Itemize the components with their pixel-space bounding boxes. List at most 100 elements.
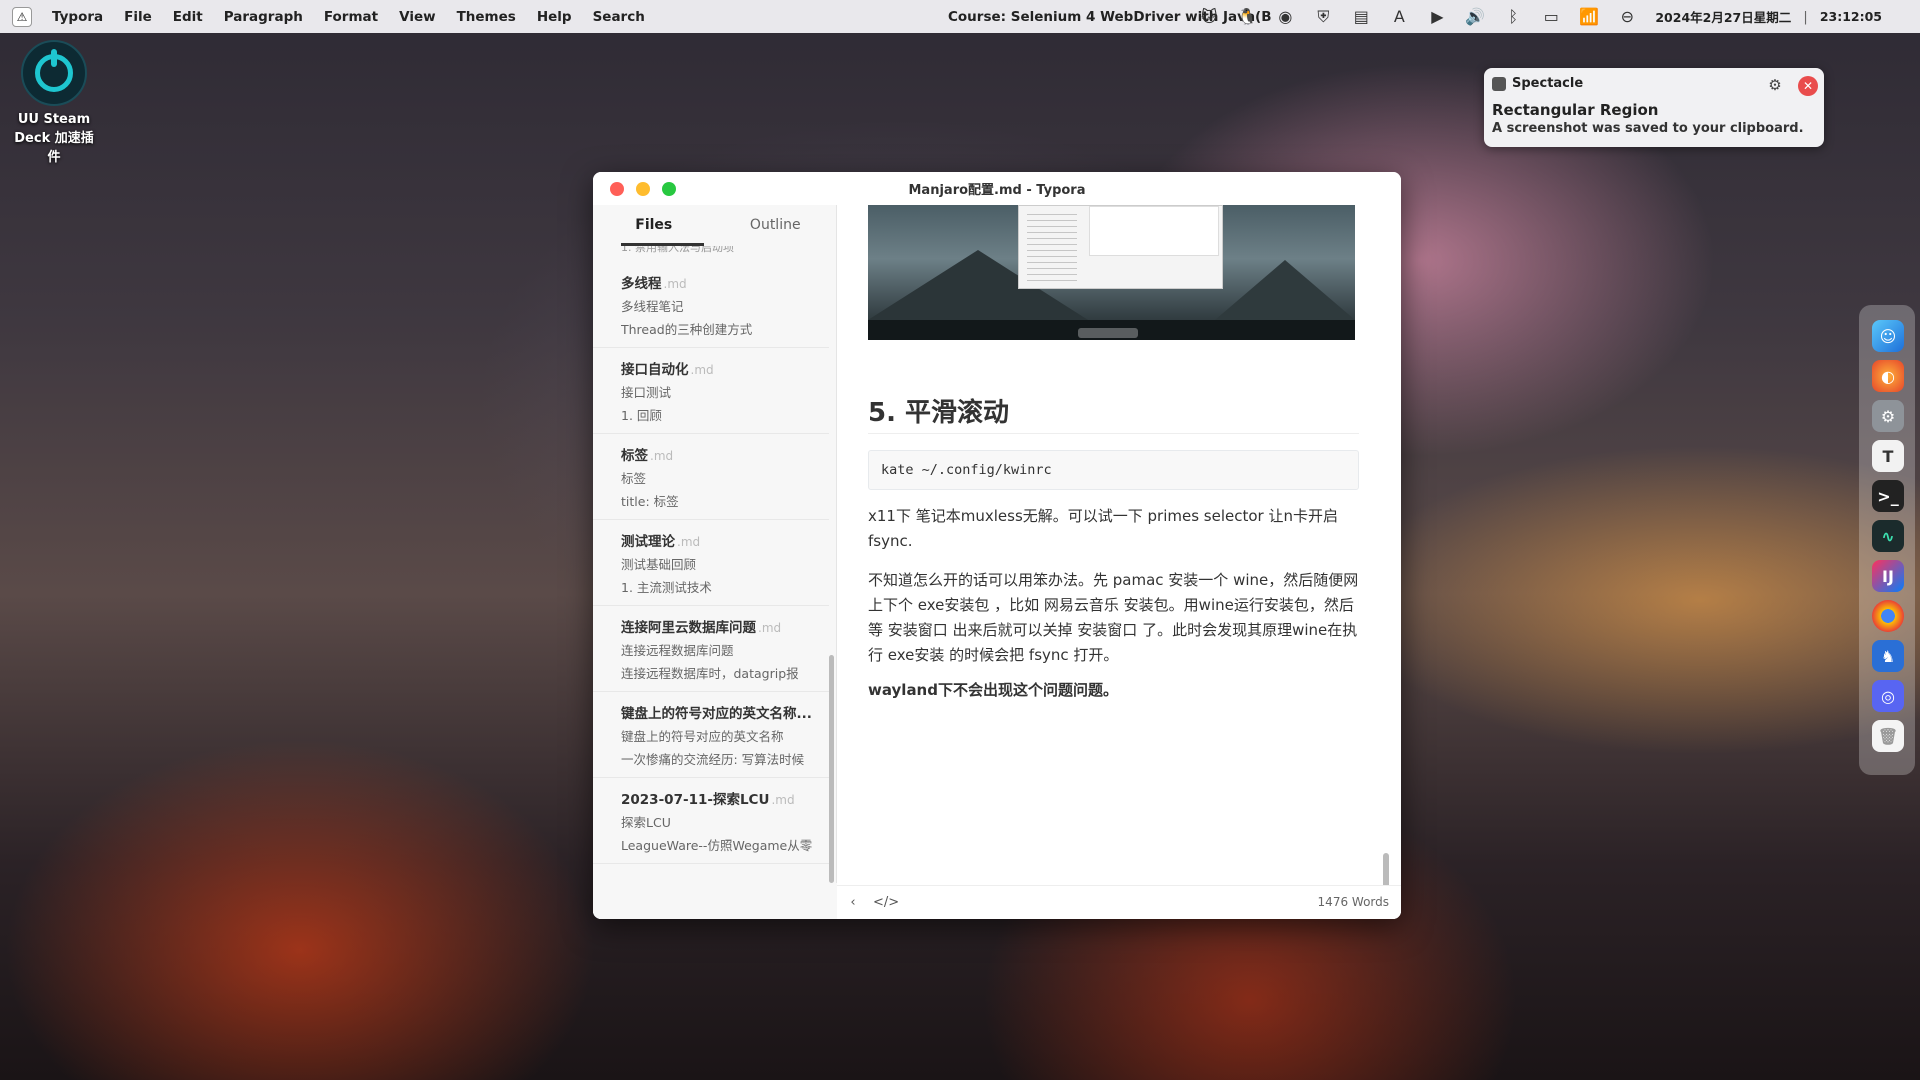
spectacle-icon: [1492, 76, 1506, 91]
bluetooth-icon[interactable]: ᛒ: [1501, 5, 1525, 29]
list-item-partial: 1. 禁用输入法与启动项: [621, 246, 734, 254]
typora-icon[interactable]: T: [1872, 440, 1904, 472]
source-code-icon[interactable]: </>: [873, 895, 899, 911]
file-ext: .md: [650, 449, 674, 463]
screenshot-notification[interactable]: Spectacle ⚙ ✕ Rectangular Region A scree…: [1484, 68, 1824, 147]
settings-icon[interactable]: ⚙: [1872, 400, 1904, 432]
toggle-icon[interactable]: ⊖: [1615, 5, 1639, 29]
file-preview-line: 探索LCU: [621, 815, 671, 830]
date-time-separator: |: [1803, 8, 1808, 25]
sidebar-footer: [593, 883, 837, 919]
list-item[interactable]: 多线程 .md 多线程笔记 Thread的三种创建方式: [593, 262, 829, 348]
list-item[interactable]: 连接阿里云数据库问题 .md 连接远程数据库问题 连接远程数据库时，datagri…: [593, 606, 829, 692]
volume-icon[interactable]: 🔊: [1463, 5, 1487, 29]
paragraph-bold: wayland下不会出现这个问题问题。: [868, 681, 1118, 699]
system-monitor-icon[interactable]: ∿: [1872, 520, 1904, 552]
file-list: 1. 禁用输入法与启动项 多线程 .md 多线程笔记 Thread的三种创建方式 …: [593, 246, 829, 906]
paragraph: 不知道怎么开的话可以用笨办法。先 pamac 安装一个 wine，然后随便网上下…: [868, 571, 1359, 664]
file-ext: .md: [771, 793, 795, 807]
display-icon[interactable]: ▭: [1539, 5, 1563, 29]
chrome-icon[interactable]: [1872, 600, 1904, 632]
list-item[interactable]: 2023-07-11-探索LCU .md 探索LCU LeagueWare--仿照…: [593, 778, 829, 864]
tab-files[interactable]: Files: [593, 205, 715, 245]
date-label[interactable]: 2024年2月27日星期二: [1655, 7, 1791, 26]
clipboard-icon[interactable]: ▤: [1349, 5, 1373, 29]
window-titlebar[interactable]: Manjaro配置.md - Typora: [593, 172, 1401, 205]
menu-themes[interactable]: Themes: [457, 9, 516, 25]
notification-body: A screenshot was saved to your clipboard…: [1492, 121, 1804, 136]
app-launcher-icon[interactable]: ⚠: [12, 6, 32, 27]
discord-icon[interactable]: ◎: [1872, 680, 1904, 712]
file-ext: .md: [758, 621, 782, 635]
system-tray: 🐱 🐧 ◉ ⛨ ▤ A ▶ 🔊 ᛒ ▭ 📶 ⊖ 2024年2月27日星期二 | …: [1183, 0, 1920, 33]
file-name: 连接阿里云数据库问题: [621, 620, 756, 636]
file-preview-line: 多线程笔记: [621, 299, 684, 314]
file-preview-line: 连接远程数据库问题: [621, 643, 734, 658]
list-item[interactable]: 标签 .md 标签 title: 标签: [593, 434, 829, 520]
menu-file[interactable]: File: [124, 9, 152, 25]
menu-edit[interactable]: Edit: [173, 9, 203, 25]
minimize-window-button[interactable]: [636, 182, 650, 196]
paragraph: x11下 笔记本muxless无解。可以试一下 primes selector …: [868, 507, 1338, 550]
intellij-icon[interactable]: IJ: [1872, 560, 1904, 592]
power-logo-icon: [21, 40, 87, 106]
shield-icon[interactable]: ⛨: [1311, 5, 1335, 29]
file-preview-line: 1. 主流测试技术: [621, 580, 712, 595]
embedded-screenshot-image: [868, 205, 1355, 340]
file-name: 多线程: [621, 276, 662, 292]
clock-label[interactable]: 23:12:05: [1820, 9, 1882, 24]
list-item[interactable]: 键盘上的符号对应的英文名称... 键盘上的符号对应的英文名称 一次惨痛的交流经历…: [593, 692, 829, 778]
gear-icon[interactable]: ⚙: [1766, 76, 1784, 94]
top-menu-bar: ⚠ Typora File Edit Paragraph Format View…: [0, 0, 1920, 33]
menu-search[interactable]: Search: [593, 9, 645, 25]
app-icon[interactable]: ♞: [1872, 640, 1904, 672]
finder-icon[interactable]: ☺: [1872, 320, 1904, 352]
menu-format[interactable]: Format: [324, 9, 378, 25]
file-name: 测试理论: [621, 534, 675, 550]
tab-outline[interactable]: Outline: [715, 205, 837, 245]
input-method-icon[interactable]: A: [1387, 5, 1411, 29]
list-item[interactable]: 接口自动化 .md 接口测试 1. 回顾: [593, 348, 829, 434]
word-count[interactable]: 1476 Words: [1318, 895, 1389, 909]
dock: ☺ ◐ ⚙ T >_ ∿ IJ ♞ ◎ 🗑: [1859, 305, 1915, 775]
file-preview-line: 1. 回顾: [621, 408, 662, 423]
discord-tray-icon[interactable]: ◉: [1273, 5, 1297, 29]
menu-help[interactable]: Help: [537, 9, 572, 25]
maximize-window-button[interactable]: [662, 182, 676, 196]
file-ext: .md: [690, 363, 714, 377]
list-item[interactable]: 测试理论 .md 测试基础回顾 1. 主流测试技术: [593, 520, 829, 606]
file-preview-line: 键盘上的符号对应的英文名称: [621, 729, 784, 744]
code-block[interactable]: kate ~/.config/kwinrc: [868, 450, 1359, 490]
chevron-left-icon[interactable]: ‹: [845, 895, 861, 911]
close-icon[interactable]: ✕: [1798, 76, 1818, 96]
menu-paragraph[interactable]: Paragraph: [224, 9, 303, 25]
close-window-button[interactable]: [610, 182, 624, 196]
qq-penguin-icon[interactable]: 🐧: [1235, 5, 1259, 29]
section-heading: 5. 平滑滚动: [868, 392, 1359, 434]
editor-pane[interactable]: 5. 平滑滚动 kate ~/.config/kwinrc x11下 笔记本mu…: [837, 205, 1401, 919]
notification-app-name: Spectacle: [1512, 76, 1584, 91]
typora-window: Manjaro配置.md - Typora Files Outline 1. 禁…: [593, 172, 1401, 919]
file-preview-line: LeagueWare--仿照Wegame从零: [621, 838, 813, 853]
file-preview-line: 接口测试: [621, 385, 672, 400]
menu-view[interactable]: View: [399, 9, 435, 25]
wifi-icon[interactable]: 📶: [1577, 5, 1601, 29]
file-preview-line: 一次惨痛的交流经历: 写算法时候: [621, 752, 805, 767]
file-preview-line: 标签: [621, 471, 647, 486]
file-preview-line: 测试基础回顾: [621, 557, 697, 572]
desktop-icon-uu-steam[interactable]: UU Steam Deck 加速插件: [8, 40, 100, 165]
file-preview-line: title: 标签: [621, 494, 679, 509]
sidebar: Files Outline 1. 禁用输入法与启动项 多线程 .md 多线程笔记 …: [593, 205, 837, 919]
file-name: 标签: [621, 448, 648, 464]
desktop-icon-label-1: UU Steam: [17, 112, 91, 127]
file-preview-line: Thread的三种创建方式: [621, 322, 753, 337]
sidebar-scrollbar[interactable]: [829, 655, 834, 883]
menu-app-name[interactable]: Typora: [52, 9, 103, 25]
firefox-icon[interactable]: ◐: [1872, 360, 1904, 392]
terminal-icon[interactable]: >_: [1872, 480, 1904, 512]
media-play-icon[interactable]: ▶: [1425, 5, 1449, 29]
cat-icon[interactable]: 🐱: [1197, 5, 1221, 29]
trash-icon[interactable]: 🗑: [1872, 720, 1904, 752]
window-title: Manjaro配置.md - Typora: [908, 183, 1086, 198]
notification-title: Rectangular Region: [1492, 101, 1659, 119]
